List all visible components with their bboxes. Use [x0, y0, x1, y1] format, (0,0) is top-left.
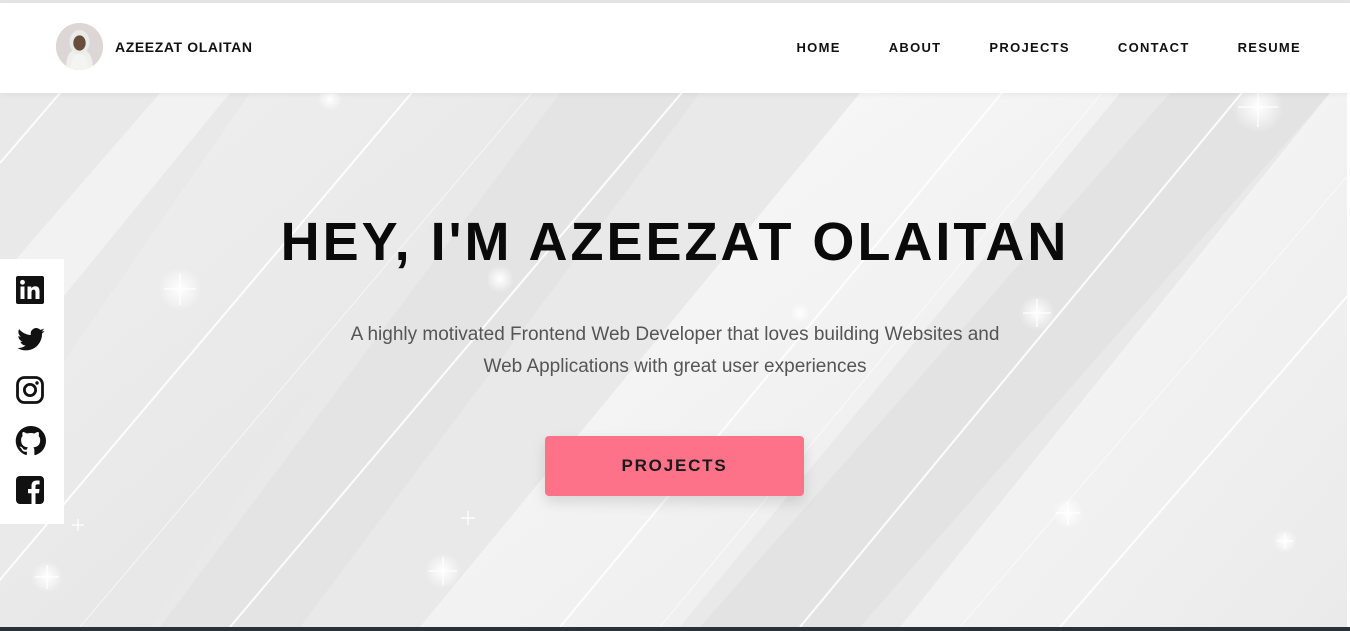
nav-home[interactable]: HOME	[796, 40, 840, 55]
bottom-bar	[0, 627, 1350, 631]
github-icon[interactable]	[15, 425, 47, 457]
nav-about[interactable]: ABOUT	[889, 40, 942, 55]
projects-cta-button[interactable]: PROJECTS	[545, 436, 804, 496]
navbar: AZEEZAT OLAITAN HOME ABOUT PROJECTS CONT…	[0, 3, 1350, 93]
linkedin-icon[interactable]	[15, 275, 47, 307]
nav-links: HOME ABOUT PROJECTS CONTACT RESUME	[748, 40, 1301, 55]
hero-title: HEY, I'M AZEEZAT OLAITAN	[280, 212, 1070, 272]
nav-contact[interactable]: CONTACT	[1118, 40, 1190, 55]
instagram-icon[interactable]	[15, 375, 47, 407]
facebook-icon[interactable]	[15, 475, 47, 507]
brand[interactable]: AZEEZAT OLAITAN	[56, 23, 253, 70]
hero-section: HEY, I'M AZEEZAT OLAITAN A highly motiva…	[0, 93, 1350, 627]
twitter-icon[interactable]	[15, 325, 47, 357]
brand-name: AZEEZAT OLAITAN	[115, 38, 253, 55]
hero-subtitle-line-2: Web Applications with great user experie…	[483, 356, 867, 377]
avatar	[56, 23, 103, 70]
nav-projects[interactable]: PROJECTS	[989, 40, 1069, 55]
social-sidebar	[0, 259, 64, 524]
hero-subtitle: A highly motivated Frontend Web Develope…	[325, 319, 1025, 383]
nav-resume[interactable]: RESUME	[1238, 40, 1301, 55]
hero-subtitle-line-1: A highly motivated Frontend Web Develope…	[350, 324, 1000, 345]
